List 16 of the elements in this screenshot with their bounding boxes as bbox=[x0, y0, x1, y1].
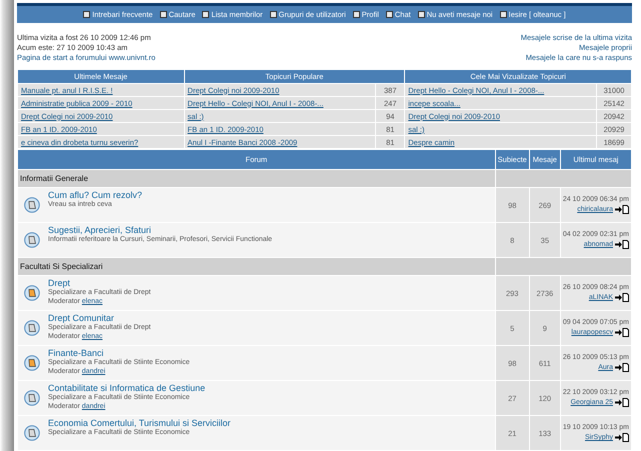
go-to-post-icon[interactable] bbox=[615, 363, 629, 372]
go-to-post-icon[interactable] bbox=[615, 240, 629, 249]
category-title[interactable]: Informatii Generale bbox=[18, 170, 495, 187]
forum-link[interactable]: Sugestii, Aprecieri, Sfaturi bbox=[48, 225, 152, 235]
go-to-post-icon[interactable] bbox=[615, 205, 629, 214]
go-to-post-icon[interactable] bbox=[615, 398, 629, 407]
forum-link[interactable]: Cum aflu? Cum rezolv? bbox=[48, 190, 142, 200]
go-to-post-icon[interactable] bbox=[615, 433, 629, 442]
forum-link[interactable]: Drept Comunitar bbox=[48, 313, 114, 323]
go-to-post-icon[interactable] bbox=[615, 328, 629, 337]
forum-link[interactable]: Finante-Banci bbox=[48, 348, 104, 358]
forum-link[interactable]: Economia Comertului, Turismului si Serviciilor bbox=[48, 418, 231, 428]
forum-link[interactable]: Drept bbox=[48, 278, 70, 288]
forum-link[interactable]: Contabilitate si Informatica de Gestiune bbox=[48, 383, 206, 393]
go-to-post-icon[interactable] bbox=[615, 293, 629, 302]
category-title[interactable]: Facultati Si Specializari bbox=[18, 258, 495, 275]
